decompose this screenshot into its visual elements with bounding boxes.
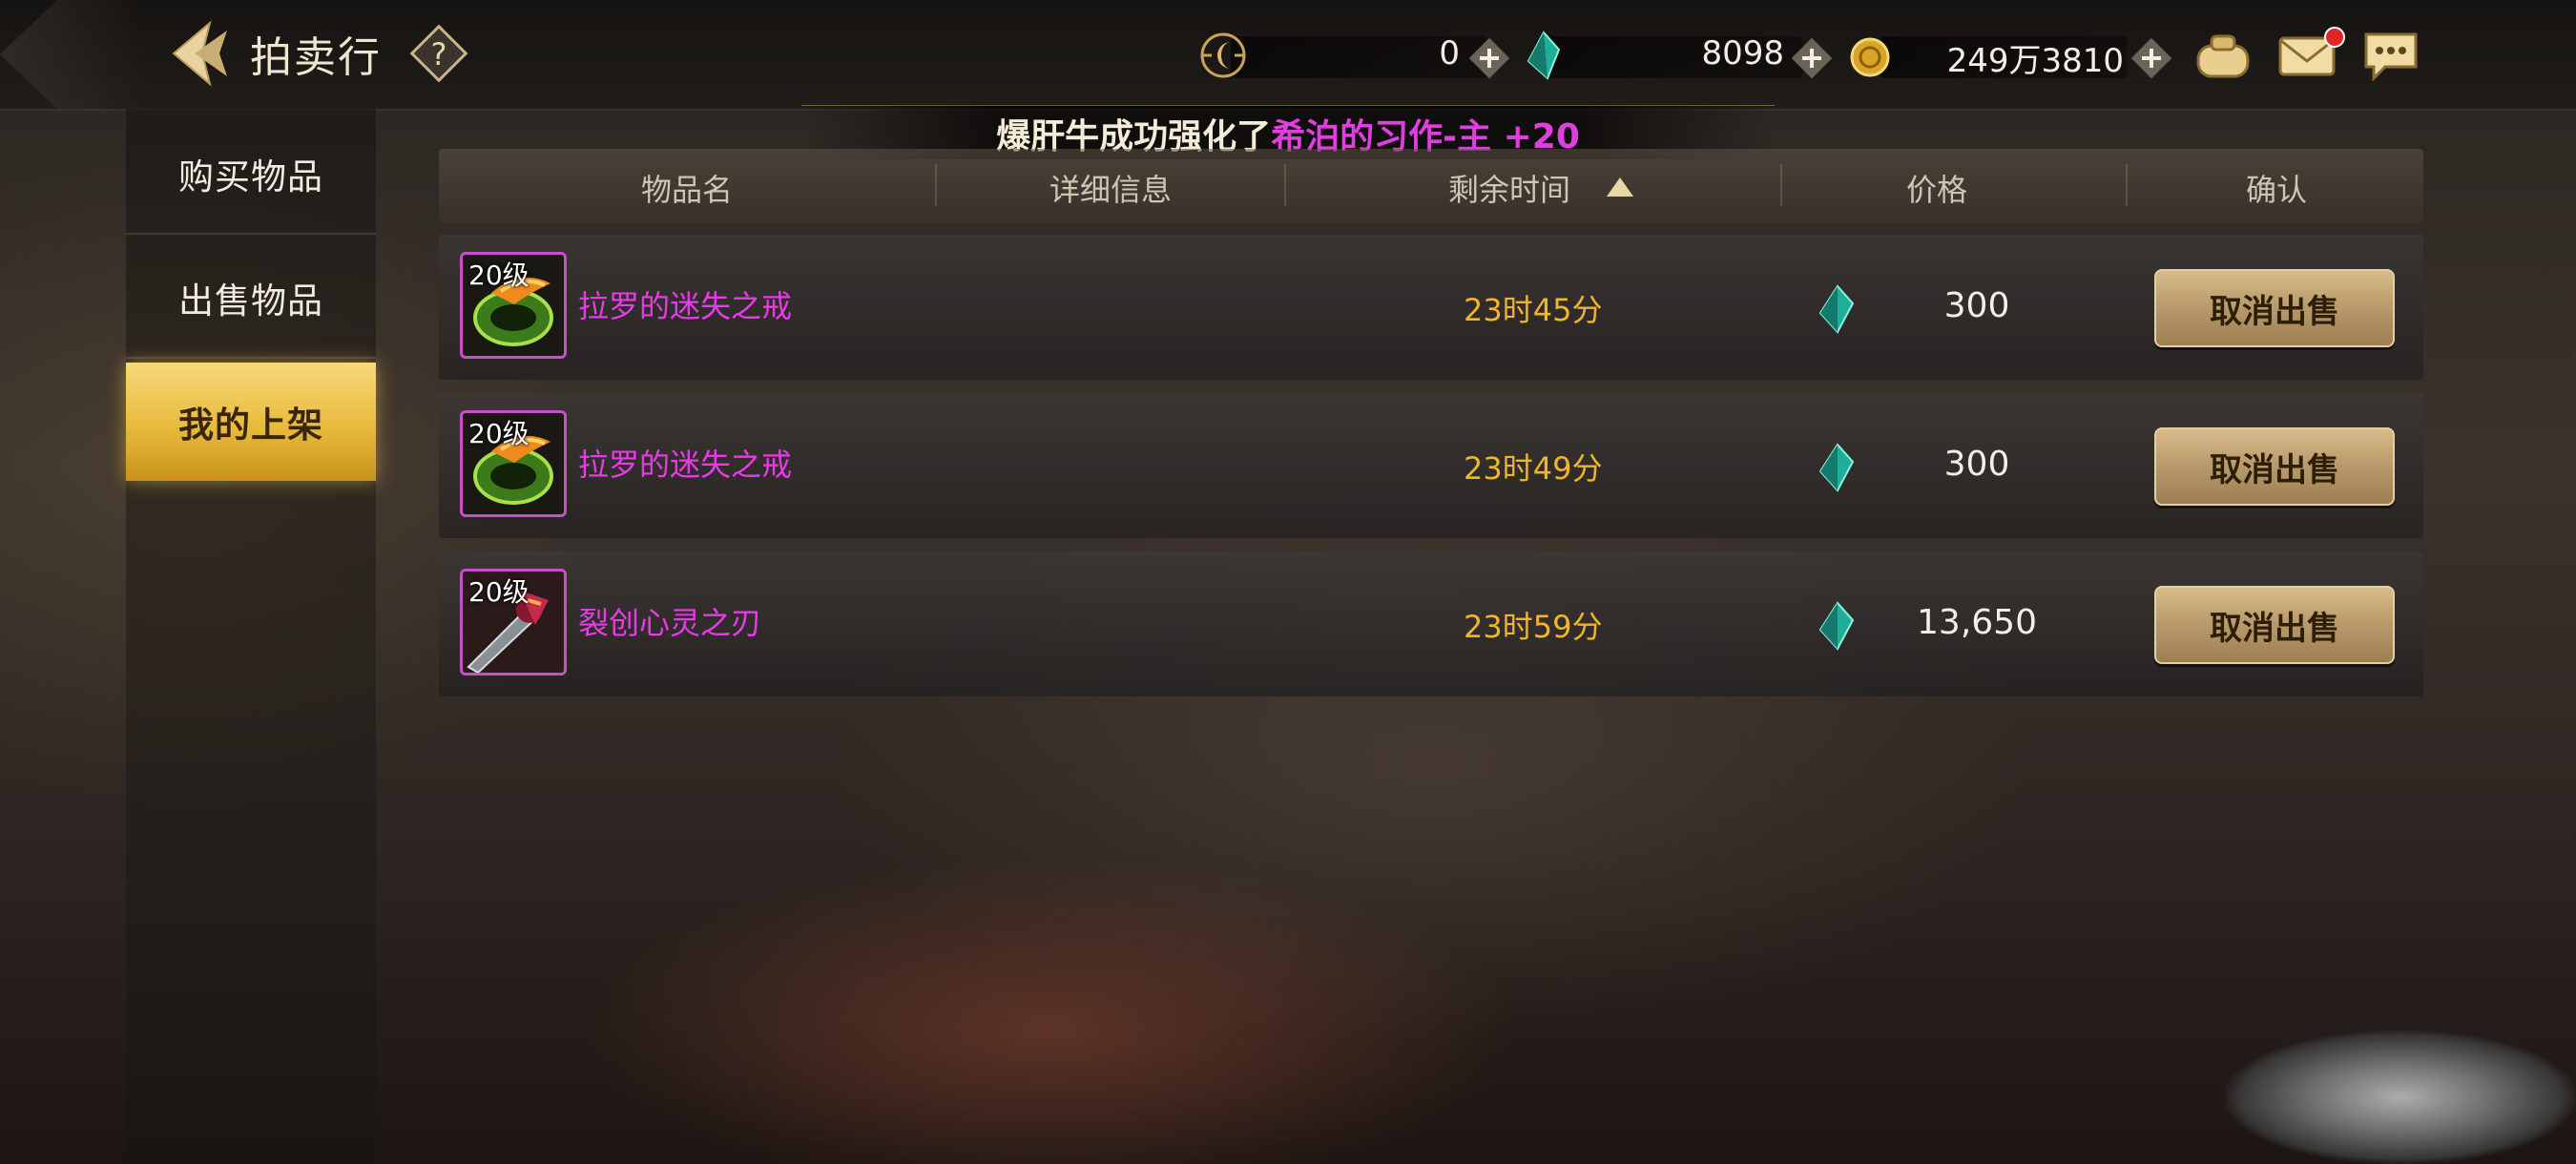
price-value: 300 — [1943, 445, 2010, 484]
remaining-time: 23时45分 — [1464, 292, 1603, 328]
currency-value-crescent: 0 — [1439, 34, 1460, 73]
page-title: 拍卖行 — [250, 33, 382, 82]
cancel-sale-button[interactable]: 取消出售 — [2154, 427, 2395, 506]
item-level-label: 20级 — [468, 576, 530, 608]
column-header-confirm: 确认 — [2246, 172, 2308, 208]
add-gold-button[interactable] — [2128, 34, 2175, 82]
sidebar-item-buy[interactable]: 购买物品 — [126, 114, 376, 235]
sidebar-item-my-listings[interactable]: 我的上架 — [126, 363, 376, 481]
cancel-sale-button[interactable]: 取消出售 — [2154, 269, 2395, 347]
purse-icon[interactable] — [2192, 25, 2254, 86]
item-name: 裂创心灵之刃 — [578, 605, 762, 641]
green-gem-icon — [1817, 284, 1855, 334]
column-header-details[interactable]: 详细信息 — [1049, 166, 1172, 210]
sidebar-item-label: 出售物品 — [178, 281, 323, 322]
cancel-sale-button-label: 取消出售 — [2210, 292, 2339, 331]
currency-value-gold: 249万3810 — [1946, 42, 2124, 80]
currency-value-gem: 8098 — [1701, 34, 1784, 73]
cancel-sale-button[interactable]: 取消出售 — [2154, 586, 2395, 664]
item-level-label: 20级 — [468, 418, 530, 449]
column-divider — [935, 164, 937, 206]
sidebar-item-sell[interactable]: 出售物品 — [126, 239, 376, 359]
column-header-remaining-time[interactable]: 剩余时间 — [1448, 166, 1570, 210]
column-header-price[interactable]: 价格 — [1906, 166, 1967, 210]
green-gem-icon — [1817, 443, 1855, 492]
item-name: 拉罗的迷失之戒 — [578, 288, 793, 324]
sort-ascending-icon[interactable] — [1607, 177, 1633, 197]
chat-icon[interactable] — [2360, 25, 2421, 86]
price-value: 13,650 — [1917, 603, 2037, 642]
back-arrow-icon[interactable] — [160, 17, 233, 90]
mail-notification-badge — [2324, 27, 2345, 48]
sidebar-item-label: 我的上架 — [178, 405, 323, 446]
blade-icon[interactable]: 20级 — [460, 569, 567, 676]
help-icon[interactable]: ? — [408, 23, 469, 84]
column-divider — [2126, 164, 2128, 206]
column-divider — [1780, 164, 1782, 206]
item-name: 拉罗的迷失之戒 — [578, 447, 793, 483]
column-divider — [1284, 164, 1286, 206]
cancel-sale-button-label: 取消出售 — [2210, 450, 2339, 489]
ring-icon[interactable]: 20级 — [460, 410, 567, 517]
remaining-time: 23时49分 — [1464, 450, 1603, 487]
ring-icon[interactable]: 20级 — [460, 252, 567, 359]
column-header-item-name[interactable]: 物品名 — [641, 166, 733, 210]
gold-coin-icon — [1849, 29, 1891, 82]
crescent-coin-icon — [1198, 29, 1248, 82]
item-level-label: 20级 — [468, 260, 530, 291]
green-gem-icon — [1817, 601, 1855, 651]
decorative-noise-overlay — [2225, 1030, 2576, 1164]
add-gem-button[interactable] — [1788, 34, 1836, 82]
add-crescent-button[interactable] — [1465, 34, 1513, 82]
cancel-sale-button-label: 取消出售 — [2210, 609, 2339, 648]
svg-text:?: ? — [431, 36, 447, 73]
sidebar-item-label: 购买物品 — [178, 156, 323, 197]
green-gem-icon — [1525, 29, 1563, 82]
remaining-time: 23时59分 — [1464, 609, 1603, 645]
price-value: 300 — [1943, 286, 2010, 325]
